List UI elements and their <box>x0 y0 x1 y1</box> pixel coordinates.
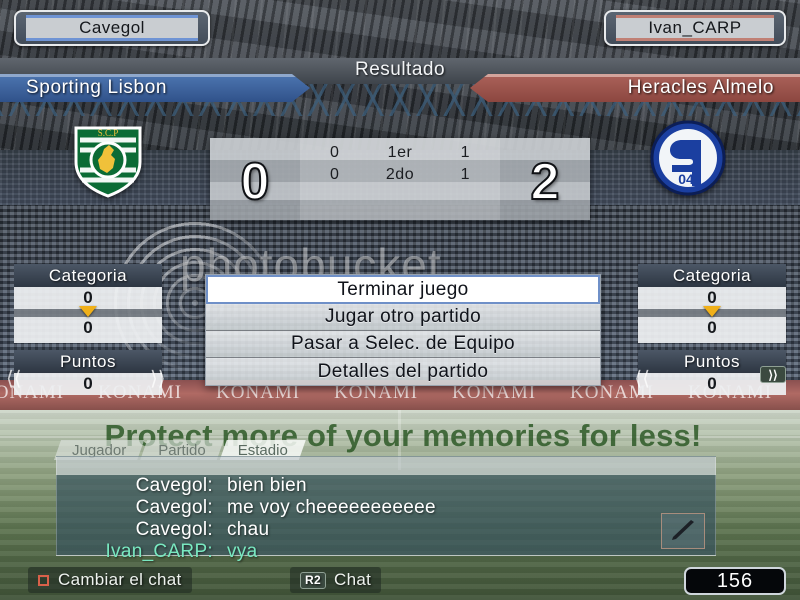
chat-author: Cavegol: <box>135 497 213 518</box>
chevron-left-icon: ⟨⟨ <box>6 368 22 390</box>
chat-label: Chat <box>334 570 372 589</box>
chat-message-0: Cavegol: bien bien <box>57 475 717 497</box>
sporting-lisbon-crest-icon: S.C.P <box>68 118 148 198</box>
stats-categoria-to-away: 0 <box>707 318 717 337</box>
svg-text:S.C.P: S.C.P <box>98 128 119 138</box>
menu-item-3[interactable]: Detalles del partido <box>206 358 600 385</box>
stats-categoria-label-away: Categoria <box>638 264 786 287</box>
home-team-name: Sporting Lisbon <box>26 77 168 98</box>
chevron-right-icon: ⟩⟩ <box>760 366 786 383</box>
stats-puntos-value-home: 0 <box>83 374 93 393</box>
menu-item-0[interactable]: Terminar juego <box>206 275 600 304</box>
change-chat-label: Cambiar el chat <box>58 570 182 589</box>
chat-text: chau <box>227 519 270 540</box>
away-team-band: Heracles Almelo <box>470 74 800 102</box>
chevron-left-icon: ⟨⟨ <box>634 368 650 390</box>
stats-categoria-from-away: 0 <box>707 288 717 307</box>
schalke-04-crest-icon: 04 <box>648 118 728 198</box>
change-chat-hint[interactable]: Cambiar el chat <box>28 567 192 593</box>
player-name-away: Ivan_CARP <box>616 15 774 41</box>
timer-counter: 156 <box>684 567 786 595</box>
r2-button-icon: R2 <box>300 571 326 589</box>
stats-puntos-body-home: 0 <box>14 373 162 395</box>
chat-author: Cavegol: <box>135 519 213 540</box>
period-label: 2do <box>385 166 415 183</box>
stats-categoria-body-away: 0 0 <box>638 287 786 343</box>
scoreboard-period-row: 0 2do 1 <box>302 164 498 186</box>
home-team-band: Sporting Lisbon <box>0 74 310 102</box>
stats-categoria-from-home: 0 <box>83 288 93 307</box>
chat-box[interactable]: Cavegol: bien bien Cavegol: me voy cheeeeee… <box>56 456 717 562</box>
player-plate-away: Ivan_CARP <box>604 10 786 46</box>
player-name-home: Cavegol <box>26 15 198 41</box>
pencil-icon[interactable] <box>661 513 705 549</box>
scoreboard-away-score: 2 <box>530 153 561 211</box>
period-away-score: 1 <box>460 166 471 183</box>
scoreboard-period-row: 0 1er 1 <box>302 142 498 164</box>
player-plate-home: Cavegol <box>14 10 210 46</box>
chat-message-1: Cavegol: me voy cheeeeeeeeeee <box>57 497 717 519</box>
stats-categoria-to-home: 0 <box>83 318 93 337</box>
bottom-hint-bar: Cambiar el chat R2 Chat 156 <box>0 560 800 600</box>
chevron-right-icon: ⟩⟩ <box>150 368 166 390</box>
scoreboard-period-rows: 0 1er 1 0 2do 1 <box>302 142 498 186</box>
end-of-match-menu[interactable]: Terminar juego Jugar otro partido Pasar a … <box>205 274 601 386</box>
down-arrow-icon <box>703 306 721 317</box>
away-team-name: Heracles Almelo <box>627 77 774 98</box>
game-screen: KONAMIKONAMIKONAMIKONAMIKONAMIKONAMIKONA… <box>0 0 800 600</box>
down-arrow-icon <box>79 306 97 317</box>
scoreboard-panel: 0 2 0 1er 1 0 2do 1 <box>210 138 590 220</box>
period-away-score: 1 <box>460 144 471 161</box>
menu-item-2[interactable]: Pasar a Selec. de Equipo <box>206 331 600 358</box>
stats-puntos-label-home: Puntos <box>14 350 162 373</box>
chat-author: Cavegol: <box>135 475 213 496</box>
chat-text: me voy cheeeeeeeeeee <box>227 497 436 518</box>
scoreboard-home-score: 0 <box>240 153 271 211</box>
svg-text:04: 04 <box>678 171 694 187</box>
period-home-score: 0 <box>329 144 340 161</box>
menu-item-1[interactable]: Jugar otro partido <box>206 304 600 331</box>
chat-hint[interactable]: R2 Chat <box>290 567 382 593</box>
stats-categoria-body-home: 0 0 <box>14 287 162 343</box>
square-button-icon <box>38 574 49 586</box>
period-label: 1er <box>387 144 413 161</box>
stats-panel-home: Categoria 0 0 Puntos 0 <box>14 264 162 395</box>
stats-categoria-label-home: Categoria <box>14 264 162 287</box>
chat-message-2: Cavegol: chau <box>57 519 717 541</box>
chat-text: bien bien <box>227 475 307 496</box>
period-home-score: 0 <box>329 166 340 183</box>
